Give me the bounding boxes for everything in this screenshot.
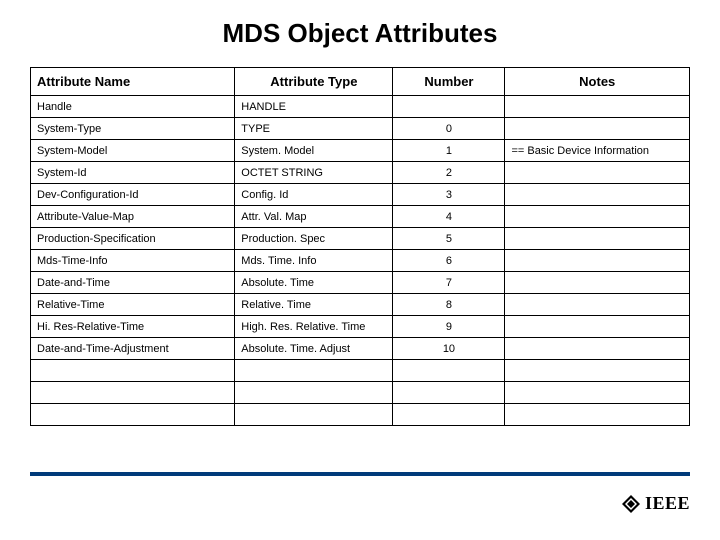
cell-number: 4 xyxy=(393,206,505,228)
cell-name: Production-Specification xyxy=(31,228,235,250)
cell-number: 1 xyxy=(393,140,505,162)
cell-name: System-Model xyxy=(31,140,235,162)
cell-name: System-Id xyxy=(31,162,235,184)
cell-number xyxy=(393,404,505,426)
table-row xyxy=(31,404,690,426)
cell-number: 9 xyxy=(393,316,505,338)
ieee-diamond-icon xyxy=(621,494,641,514)
cell-number: 0 xyxy=(393,118,505,140)
table-row: Relative-TimeRelative. Time8 xyxy=(31,294,690,316)
cell-notes xyxy=(505,206,690,228)
cell-notes xyxy=(505,228,690,250)
cell-notes: == Basic Device Information xyxy=(505,140,690,162)
table-row xyxy=(31,382,690,404)
cell-notes xyxy=(505,338,690,360)
cell-number: 7 xyxy=(393,272,505,294)
cell-number xyxy=(393,382,505,404)
slide: MDS Object Attributes Attribute Name Att… xyxy=(0,0,720,540)
table-row: Attribute-Value-MapAttr. Val. Map4 xyxy=(31,206,690,228)
cell-notes xyxy=(505,118,690,140)
cell-type: OCTET STRING xyxy=(235,162,393,184)
table-row: Date-and-Time-AdjustmentAbsolute. Time. … xyxy=(31,338,690,360)
cell-type: Config. Id xyxy=(235,184,393,206)
cell-type xyxy=(235,404,393,426)
cell-number: 2 xyxy=(393,162,505,184)
cell-name xyxy=(31,404,235,426)
table-row: System-TypeTYPE0 xyxy=(31,118,690,140)
cell-notes xyxy=(505,96,690,118)
cell-number xyxy=(393,360,505,382)
cell-type xyxy=(235,382,393,404)
cell-type: Mds. Time. Info xyxy=(235,250,393,272)
cell-number: 3 xyxy=(393,184,505,206)
cell-name: Dev-Configuration-Id xyxy=(31,184,235,206)
table-row: Production-SpecificationProduction. Spec… xyxy=(31,228,690,250)
cell-type: System. Model xyxy=(235,140,393,162)
cell-number: 8 xyxy=(393,294,505,316)
cell-type: Absolute. Time xyxy=(235,272,393,294)
cell-type: HANDLE xyxy=(235,96,393,118)
cell-notes xyxy=(505,162,690,184)
cell-type: Relative. Time xyxy=(235,294,393,316)
cell-type: Absolute. Time. Adjust xyxy=(235,338,393,360)
cell-notes xyxy=(505,316,690,338)
cell-name: Hi. Res-Relative-Time xyxy=(31,316,235,338)
ieee-logo-text: IEEE xyxy=(645,493,690,514)
cell-notes xyxy=(505,272,690,294)
cell-type: Attr. Val. Map xyxy=(235,206,393,228)
footer-rule xyxy=(30,472,690,476)
cell-name: Handle xyxy=(31,96,235,118)
table-row: Date-and-TimeAbsolute. Time7 xyxy=(31,272,690,294)
table-row: Dev-Configuration-IdConfig. Id3 xyxy=(31,184,690,206)
cell-type xyxy=(235,360,393,382)
cell-type: TYPE xyxy=(235,118,393,140)
table-row: Mds-Time-InfoMds. Time. Info6 xyxy=(31,250,690,272)
cell-name xyxy=(31,360,235,382)
cell-name: Attribute-Value-Map xyxy=(31,206,235,228)
cell-name: Relative-Time xyxy=(31,294,235,316)
ieee-logo: IEEE xyxy=(621,493,690,514)
col-header-number: Number xyxy=(393,68,505,96)
col-header-name: Attribute Name xyxy=(31,68,235,96)
cell-notes xyxy=(505,382,690,404)
cell-name: Date-and-Time xyxy=(31,272,235,294)
table-row: Hi. Res-Relative-TimeHigh. Res. Relative… xyxy=(31,316,690,338)
cell-notes xyxy=(505,360,690,382)
cell-number: 6 xyxy=(393,250,505,272)
cell-number: 5 xyxy=(393,228,505,250)
cell-notes xyxy=(505,250,690,272)
col-header-notes: Notes xyxy=(505,68,690,96)
cell-type: Production. Spec xyxy=(235,228,393,250)
cell-notes xyxy=(505,404,690,426)
cell-number xyxy=(393,96,505,118)
footer: IEEE xyxy=(30,472,690,512)
cell-name: Date-and-Time-Adjustment xyxy=(31,338,235,360)
cell-notes xyxy=(505,294,690,316)
cell-name: System-Type xyxy=(31,118,235,140)
cell-name xyxy=(31,382,235,404)
table-row: HandleHANDLE xyxy=(31,96,690,118)
cell-notes xyxy=(505,184,690,206)
col-header-type: Attribute Type xyxy=(235,68,393,96)
page-title: MDS Object Attributes xyxy=(30,18,690,49)
table-row xyxy=(31,360,690,382)
cell-number: 10 xyxy=(393,338,505,360)
cell-type: High. Res. Relative. Time xyxy=(235,316,393,338)
attributes-table: Attribute Name Attribute Type Number Not… xyxy=(30,67,690,426)
table-header-row: Attribute Name Attribute Type Number Not… xyxy=(31,68,690,96)
cell-name: Mds-Time-Info xyxy=(31,250,235,272)
table-row: System-IdOCTET STRING2 xyxy=(31,162,690,184)
table-row: System-ModelSystem. Model1== Basic Devic… xyxy=(31,140,690,162)
